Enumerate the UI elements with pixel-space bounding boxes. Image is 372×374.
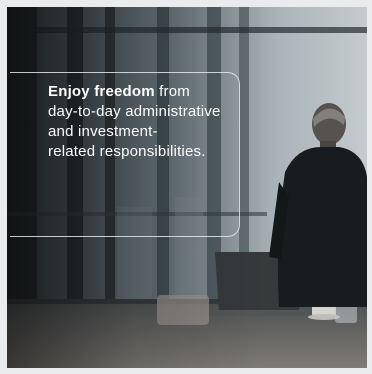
headline-line-1: Enjoy freedom from — [48, 82, 248, 102]
headline-line-4: related responsibilities. — [48, 143, 206, 160]
headline-line-2: day-to-day administrative — [48, 103, 221, 120]
headline-line-1-rest: from — [154, 83, 190, 100]
promo-card: Enjoy freedom from day-to-day administra… — [0, 0, 372, 374]
headline-line-3: and investment- — [48, 123, 158, 140]
headline-highlight: Enjoy freedom — [48, 83, 155, 100]
promo-headline: Enjoy freedom from day-to-day administra… — [48, 82, 248, 162]
